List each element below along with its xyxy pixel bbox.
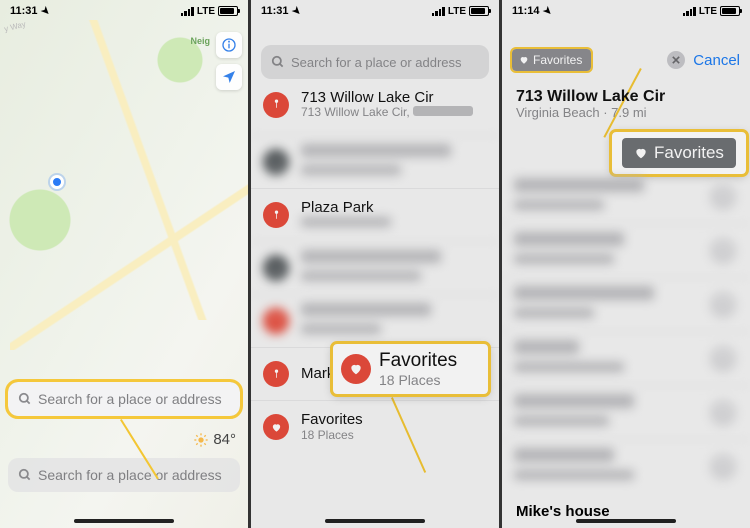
favorites-list[interactable] (502, 170, 750, 528)
status-time: 11:14 (512, 5, 540, 17)
battery-icon (469, 6, 489, 16)
screen-favorites-list: 11:14 ➤ LTE Favorites Cancel 713 Willow … (502, 0, 750, 528)
search-icon (18, 392, 32, 406)
pin-icon (263, 202, 289, 228)
callout-sub: 18 Places (379, 372, 476, 388)
map-canvas[interactable] (0, 0, 248, 528)
directions-icon (263, 149, 289, 175)
signal-icon (432, 7, 445, 16)
list-item[interactable] (251, 135, 499, 188)
search-bar[interactable]: Search for a place or address (261, 45, 489, 79)
pin-icon (710, 238, 736, 264)
search-placeholder: Search for a place or address (38, 467, 222, 483)
pin-icon (710, 184, 736, 210)
search-placeholder: Search for a place or address (291, 55, 462, 70)
item-sub: 713 Willow Lake Cir, (301, 106, 485, 120)
list-item[interactable] (502, 277, 750, 331)
status-time: 11:31 (10, 5, 38, 17)
list-item[interactable] (502, 170, 750, 223)
x-icon (672, 56, 680, 64)
info-button[interactable] (216, 32, 242, 58)
location-button[interactable] (216, 64, 242, 90)
pin-icon (263, 92, 289, 118)
search-placeholder: Search for a place or address (38, 391, 222, 407)
pin-icon (710, 346, 736, 372)
pin-icon (710, 454, 736, 480)
signal-icon (181, 7, 194, 16)
heart-icon (519, 55, 529, 65)
favorites-chip[interactable]: Favorites (512, 49, 591, 71)
heart-icon (634, 146, 648, 160)
item-sub: 18 Places (301, 429, 485, 443)
battery-icon (218, 6, 238, 16)
list-item[interactable] (502, 331, 750, 385)
location-arrow-icon: ➤ (540, 4, 554, 18)
list-item[interactable] (502, 385, 750, 439)
temperature-value: 84° (213, 431, 236, 448)
first-result[interactable]: 713 Willow Lake Cir Virginia Beach · 7.9… (516, 88, 665, 121)
home-indicator[interactable] (325, 519, 425, 523)
item-title: Favorites (301, 411, 485, 428)
pin-icon (263, 361, 289, 387)
heart-icon (341, 354, 371, 384)
list-item[interactable]: 713 Willow Lake Cir 713 Willow Lake Cir, (251, 82, 499, 135)
network-label: LTE (197, 6, 215, 17)
result-sub: Virginia Beach · 7.9 mi (516, 106, 665, 121)
list-item-favorites[interactable]: Favorites 18 Places (251, 400, 499, 453)
pin-icon (710, 400, 736, 426)
chip-label: Favorites (654, 143, 724, 163)
recent-list[interactable]: 713 Willow Lake Cir 713 Willow Lake Cir,… (251, 82, 499, 528)
list-item[interactable]: Plaza Park (251, 188, 499, 241)
result-title[interactable]: Mike's house (516, 503, 610, 520)
signal-icon (683, 7, 696, 16)
current-location-dot[interactable] (50, 175, 64, 189)
callout-title: Favorites (379, 350, 476, 372)
list-item[interactable] (251, 294, 499, 347)
favorites-chip-callout: Favorites (612, 132, 746, 174)
status-bar: 11:14 ➤ LTE (502, 0, 750, 22)
search-icon (271, 55, 285, 69)
cancel-button[interactable]: Cancel (693, 52, 740, 69)
list-item[interactable] (502, 223, 750, 277)
item-sub (301, 217, 485, 231)
home-indicator[interactable] (74, 519, 174, 523)
location-arrow-icon: ➤ (289, 4, 303, 18)
chip-label: Favorites (533, 53, 582, 67)
network-label: LTE (699, 6, 717, 17)
directions-icon (263, 255, 289, 281)
list-item[interactable] (251, 241, 499, 294)
weather-badge[interactable]: 84° (193, 431, 236, 448)
result-title: 713 Willow Lake Cir (516, 88, 665, 106)
search-filter-bar: Favorites Cancel (512, 45, 740, 75)
status-time: 11:31 (261, 5, 289, 17)
battery-icon (720, 6, 740, 16)
clear-button[interactable] (667, 51, 685, 69)
network-label: LTE (448, 6, 466, 17)
pin-icon (263, 308, 289, 334)
screen-map: y Way Neig 11:31 ➤ LTE Search for a plac… (0, 0, 248, 528)
favorites-callout: Favorites 18 Places (333, 344, 488, 394)
status-bar: 11:31 ➤ LTE (251, 0, 499, 22)
area-label: Neig (190, 36, 210, 46)
pin-icon (710, 292, 736, 318)
item-title: 713 Willow Lake Cir (301, 89, 485, 106)
home-indicator[interactable] (576, 519, 676, 523)
search-bar-highlighted[interactable]: Search for a place or address (8, 382, 240, 416)
sun-icon (193, 432, 209, 448)
item-title: Plaza Park (301, 199, 485, 216)
heart-icon (263, 414, 289, 440)
screen-recent-list: 11:31 ➤ LTE Search for a place or addres… (251, 0, 499, 528)
search-bar[interactable]: Search for a place or address (8, 458, 240, 492)
search-icon (18, 468, 32, 482)
status-bar: 11:31 ➤ LTE (0, 0, 248, 22)
location-arrow-icon: ➤ (38, 4, 52, 18)
list-item[interactable] (502, 439, 750, 493)
